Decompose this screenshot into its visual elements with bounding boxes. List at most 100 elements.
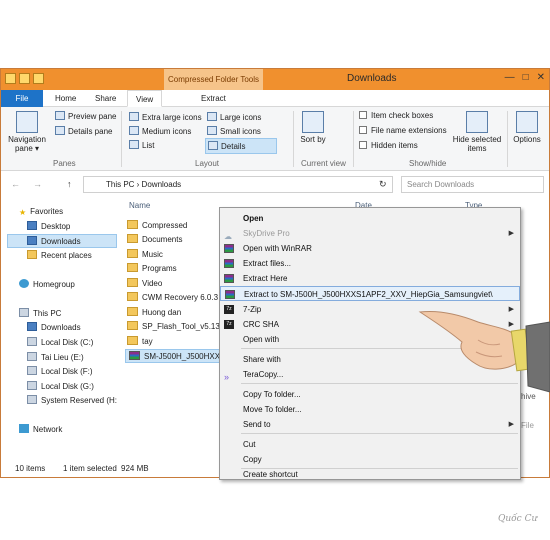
layout-medium-icons[interactable]: Medium icons (129, 126, 191, 136)
rar-icon (129, 351, 140, 360)
folder-icon[interactable] (5, 73, 16, 84)
nav-item-local-disk-g[interactable]: Local Disk (G:) (27, 381, 94, 391)
folder-icon (127, 321, 138, 330)
menu-item-move-to-folder[interactable]: Move To folder... (220, 402, 520, 417)
navigation-pane-icon (16, 111, 38, 133)
menu-item-extract-here[interactable]: Extract Here (220, 271, 520, 286)
recent-icon (27, 250, 37, 259)
column-header-name[interactable]: Name (129, 201, 150, 210)
list-item[interactable]: Huong dan (127, 307, 181, 317)
breadcrumb: This PC › Downloads (106, 180, 182, 189)
list-item[interactable]: Documents (127, 234, 182, 244)
nav-item-homegroup[interactable]: Homegroup (19, 279, 75, 289)
menu-item-cut[interactable]: Cut (220, 437, 520, 452)
sort-by-button[interactable]: Sort by (299, 111, 327, 144)
nav-item-desktop[interactable]: Desktop (27, 221, 70, 231)
nav-item-pc-downloads[interactable]: Downloads (27, 322, 81, 332)
refresh-button[interactable]: ↻ (379, 179, 387, 190)
menu-item-skydrive-pro[interactable]: ☁ SkyDrive Pro ▶ (220, 226, 520, 241)
downloads-icon (27, 236, 37, 245)
checkbox-icon (359, 111, 367, 119)
back-button[interactable]: ← (11, 179, 20, 189)
tab-extract[interactable]: Extract (193, 90, 234, 107)
file-name-extensions-checkbox[interactable]: File name extensions (359, 126, 447, 135)
current-view-group-label: Current view (301, 159, 346, 168)
up-button[interactable]: ↑ (67, 179, 72, 189)
nav-item-favorites[interactable]: ★ Favorites (19, 207, 63, 217)
group-divider (121, 111, 122, 167)
list-item[interactable]: Video (127, 278, 162, 288)
window-title: Downloads (347, 73, 397, 84)
list-item[interactable]: Compressed (127, 220, 187, 230)
nav-item-local-disk-f[interactable]: Local Disk (F:) (27, 366, 93, 376)
menu-item-copy[interactable]: Copy (220, 452, 520, 467)
ribbon: Navigation pane ▾ Preview pane Details p… (1, 107, 549, 171)
submenu-arrow-icon: ▶ (508, 230, 514, 237)
group-divider (507, 111, 508, 167)
list-item[interactable]: Music (127, 249, 163, 259)
layout-large-icons[interactable]: Large icons (207, 112, 261, 122)
search-input[interactable]: Search Downloads (401, 176, 544, 193)
close-button[interactable]: ✕ (537, 72, 545, 83)
layout-details[interactable]: Details (205, 138, 277, 154)
list-icon (129, 140, 139, 149)
layout-extra-large-icons[interactable]: Extra large icons (129, 112, 202, 122)
nav-item-network[interactable]: Network (19, 424, 62, 434)
hide-selected-items-button[interactable]: Hide selected items (451, 111, 503, 153)
winrar-icon (225, 290, 235, 299)
winrar-icon (224, 244, 234, 253)
menu-item-create-shortcut[interactable]: Create shortcut (220, 467, 520, 482)
nav-item-local-disk-c[interactable]: Local Disk (C:) (27, 337, 93, 347)
layout-list[interactable]: List (129, 140, 154, 150)
options-button[interactable]: Options (511, 111, 543, 144)
drive-icon (27, 395, 37, 404)
nav-item-recent-places[interactable]: Recent places (27, 250, 92, 260)
folder-icon (127, 336, 138, 345)
nav-item-downloads[interactable]: Downloads (7, 234, 117, 248)
pc-icon (19, 308, 29, 317)
preview-pane-button[interactable]: Preview pane (55, 111, 116, 121)
menu-item-open[interactable]: Open (220, 211, 520, 226)
layout-small-icons[interactable]: Small icons (207, 126, 261, 136)
menu-item-send-to[interactable]: Send to ▶ (220, 417, 520, 432)
folder-icon (127, 292, 138, 301)
folder-icon (127, 220, 138, 229)
maximize-button[interactable]: □ (523, 72, 529, 83)
tab-share[interactable]: Share (87, 90, 124, 107)
panes-group-label: Panes (53, 159, 76, 168)
details-pane-button[interactable]: Details pane (55, 126, 112, 136)
list-item[interactable]: tay (127, 336, 153, 346)
list-item[interactable]: SP_Flash_Tool_v5.135 (127, 321, 224, 331)
large-icons-icon (207, 112, 217, 121)
watermark: Quốc Cư (498, 514, 538, 524)
address-input[interactable]: This PC › Downloads (83, 176, 393, 193)
nav-item-tai-lieu-e[interactable]: Tai Lieu (E:) (27, 352, 84, 362)
tab-home[interactable]: Home (47, 90, 84, 107)
menu-item-open-with-winrar[interactable]: Open with WinRAR (220, 241, 520, 256)
forward-button[interactable]: → (33, 179, 42, 189)
winrar-icon (224, 274, 234, 283)
menu-item-extract-files[interactable]: Extract files... (220, 256, 520, 271)
nav-item-this-pc[interactable]: This PC (19, 308, 61, 318)
7zip-icon: 7z (224, 320, 234, 329)
winrar-icon (224, 259, 234, 268)
item-check-boxes-checkbox[interactable]: Item check boxes (359, 111, 433, 120)
new-folder-icon[interactable] (33, 73, 44, 84)
navigation-pane-button[interactable]: Navigation pane ▾ (7, 111, 47, 153)
nav-item-system-reserved-h[interactable]: System Reserved (H: (27, 395, 117, 405)
menu-item-extract-to-folder[interactable]: Extract to SM-J500H_J500HXXS1APF2_XXV_Hi… (220, 286, 520, 301)
minimize-button[interactable]: — (505, 72, 515, 83)
folder-icon (127, 278, 138, 287)
title-bar: Compressed Folder Tools Downloads — □ ✕ (1, 69, 549, 90)
teracopy-icon: » (224, 372, 230, 382)
list-item[interactable]: CWM Recovery 6.0.3 (127, 292, 218, 302)
list-item-selected[interactable]: SM-J500H_J500HXXS (125, 349, 230, 363)
tab-view[interactable]: View (127, 90, 163, 107)
tab-file[interactable]: File (1, 90, 43, 107)
list-item[interactable]: Programs (127, 263, 177, 273)
drive-icon (27, 381, 37, 390)
hidden-items-checkbox[interactable]: Hidden items (359, 141, 418, 150)
folder-icon (127, 234, 138, 243)
properties-icon[interactable] (19, 73, 30, 84)
extra-large-icons-icon (129, 112, 139, 121)
